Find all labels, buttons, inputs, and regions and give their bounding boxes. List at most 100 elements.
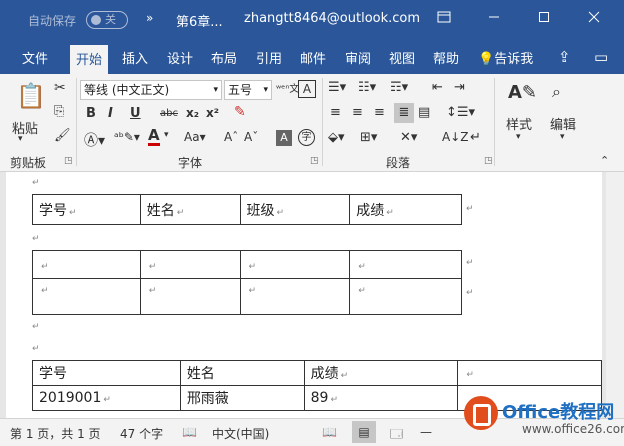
table-cell[interactable]: ↵ — [457, 360, 602, 386]
table-2[interactable]: ↵ ↵ ↵ ↵ ↵ ↵ ↵ ↵ — [32, 250, 462, 315]
justify-icon[interactable]: ≣ — [394, 103, 414, 123]
print-layout-icon[interactable]: ▤ — [352, 421, 376, 443]
font-launcher-icon[interactable]: ◳ — [310, 156, 319, 166]
more-commands-button[interactable]: » — [146, 11, 153, 25]
change-case-icon[interactable]: Aa▾ — [184, 130, 206, 144]
table-cell[interactable]: 邢雨薇 — [179, 385, 305, 411]
align-left-icon[interactable]: ≡ — [330, 105, 341, 120]
font-size-combo[interactable]: 五号 ▾ — [224, 80, 272, 100]
font-color-icon[interactable]: A — [148, 128, 160, 146]
clear-formatting-icon[interactable]: ✎ — [234, 104, 246, 120]
char-border-icon[interactable]: A — [298, 80, 316, 98]
align-center-icon[interactable]: ≡ — [352, 105, 363, 120]
shrink-font-icon[interactable]: Aˇ — [244, 130, 258, 144]
chevron-down-icon[interactable]: ▾ — [560, 132, 565, 142]
tab-review[interactable]: 审阅 — [345, 48, 371, 74]
bullets-icon[interactable]: ☰▾ — [328, 80, 346, 95]
table-cell[interactable]: ↵ — [32, 278, 141, 315]
tab-mailings[interactable]: 邮件 — [300, 48, 326, 74]
comments-icon[interactable]: ▭ — [594, 48, 608, 66]
tab-home[interactable]: 开始 — [70, 45, 109, 74]
highlight-icon[interactable]: ᵃᵇ✎▾ — [114, 130, 140, 144]
subscript-icon[interactable]: x₂ — [186, 106, 199, 120]
collapse-ribbon-icon[interactable]: ⌃ — [600, 154, 609, 167]
line-spacing-icon[interactable]: ↕☰▾ — [446, 105, 475, 120]
paste-dropdown-icon[interactable]: ▾ — [18, 134, 23, 144]
show-marks-icon[interactable]: ↵ — [470, 130, 481, 145]
italic-icon[interactable]: I — [108, 106, 113, 121]
vertical-scrollbar[interactable] — [606, 172, 624, 418]
search-icon[interactable]: ⌕ — [552, 82, 561, 102]
table-cell[interactable]: 班级 ↵ — [239, 194, 351, 225]
copy-icon[interactable]: ⎘ — [54, 104, 64, 119]
tab-view[interactable]: 视图 — [389, 48, 415, 74]
autosave-toggle[interactable]: 关 — [86, 11, 128, 29]
page-count[interactable]: 第 1 页，共 1 页 — [10, 425, 101, 442]
proofing-icon[interactable]: 📖 — [182, 425, 197, 439]
text-effects-icon[interactable]: Ⓐ▾ — [84, 130, 105, 150]
tell-me-box[interactable]: 💡告诉我 — [478, 48, 533, 67]
multilevel-list-icon[interactable]: ☶▾ — [390, 80, 408, 95]
format-painter-icon[interactable]: 🖌 — [54, 128, 71, 143]
word-count[interactable]: 47 个字 — [120, 425, 163, 442]
borders-icon[interactable]: ⊞▾ — [360, 130, 377, 145]
share-icon[interactable]: ⇪ — [558, 48, 571, 66]
close-icon[interactable] — [582, 8, 606, 32]
minimize-icon[interactable] — [482, 8, 506, 32]
tab-help[interactable]: 帮助 — [433, 48, 459, 74]
restore-icon[interactable] — [532, 8, 556, 32]
styles-icon[interactable]: A✎ — [508, 82, 537, 103]
decrease-indent-icon[interactable]: ⇤ — [432, 80, 443, 95]
table-cell[interactable]: 学号 ↵ — [32, 194, 141, 225]
styles-button-label[interactable]: 样式 — [506, 114, 532, 133]
increase-indent-icon[interactable]: ⇥ — [454, 80, 465, 95]
phonetic-guide-icon[interactable]: ʷᵉⁿ文 — [276, 80, 299, 95]
table-cell[interactable]: 姓名 ↵ — [139, 194, 241, 225]
bold-icon[interactable]: B — [86, 106, 96, 121]
tab-design[interactable]: 设计 — [167, 48, 193, 74]
font-name-combo[interactable]: 等线 (中文正文) ▾ — [80, 80, 222, 100]
table-cell[interactable]: ↵ — [349, 278, 462, 315]
table-cell[interactable]: 成绩 ↵ — [303, 360, 459, 386]
align-right-icon[interactable]: ≡ — [374, 105, 385, 120]
editing-button-label[interactable]: 编辑 — [550, 114, 576, 133]
language-indicator[interactable]: 中文(中国) — [212, 425, 269, 442]
cut-icon[interactable]: ✂ — [54, 80, 66, 96]
tab-references[interactable]: 引用 — [256, 48, 282, 74]
table-cell[interactable]: 89 ↵ — [303, 385, 459, 411]
paragraph-launcher-icon[interactable]: ◳ — [484, 156, 493, 166]
document-name[interactable]: 第6章... — [176, 11, 223, 30]
account-name[interactable]: zhangtt8464@outlook.com — [244, 11, 420, 26]
superscript-icon[interactable]: x² — [206, 106, 219, 120]
table-cell[interactable]: 2019001 ↵ — [32, 385, 181, 411]
char-shading-icon[interactable]: A — [276, 130, 292, 146]
paste-icon[interactable]: 📋 — [16, 82, 46, 110]
table-cell[interactable]: ↵ — [239, 250, 351, 279]
table-1[interactable]: 学号 ↵ 姓名 ↵ 班级 ↵ 成绩 ↵ — [32, 194, 462, 225]
paste-button-label[interactable]: 粘贴 — [12, 118, 38, 137]
tab-insert[interactable]: 插入 — [122, 48, 148, 74]
tab-layout[interactable]: 布局 — [211, 48, 237, 74]
document-page[interactable]: ↵ 学号 ↵ 姓名 ↵ 班级 ↵ 成绩 ↵ ↵ ↵ ↵ ↵ ↵ ↵ ↵ ↵ ↵ ↵ — [6, 172, 602, 418]
ribbon-display-icon[interactable] — [432, 8, 456, 32]
zoom-slider[interactable]: — — [420, 425, 432, 439]
sort-icon[interactable]: A↓Z — [442, 130, 468, 144]
clipboard-launcher-icon[interactable]: ◳ — [64, 156, 73, 166]
underline-icon[interactable]: U — [130, 106, 141, 121]
web-layout-icon[interactable]: 🗔 — [390, 425, 403, 446]
table-cell[interactable]: ↵ — [139, 250, 241, 279]
table-cell[interactable]: ↵ — [349, 250, 462, 279]
table-cell[interactable]: 学号 — [32, 360, 181, 386]
chevron-down-icon[interactable]: ▾ — [516, 132, 521, 142]
grow-font-icon[interactable]: Aˆ — [224, 130, 238, 144]
read-mode-icon[interactable]: 📖 — [322, 425, 337, 439]
chinese-layout-icon[interactable]: ✕▾ — [400, 130, 417, 145]
chevron-down-icon[interactable]: ▾ — [164, 130, 169, 140]
tab-file[interactable]: 文件 — [22, 48, 48, 74]
table-cell[interactable]: 成绩 ↵ — [349, 194, 462, 225]
table-cell[interactable]: ↵ — [139, 278, 241, 315]
strikethrough-icon[interactable]: abc — [160, 108, 178, 119]
numbering-icon[interactable]: ☷▾ — [358, 80, 376, 95]
enclose-char-icon[interactable]: 字 — [298, 129, 315, 146]
table-cell[interactable]: ↵ — [32, 250, 141, 279]
